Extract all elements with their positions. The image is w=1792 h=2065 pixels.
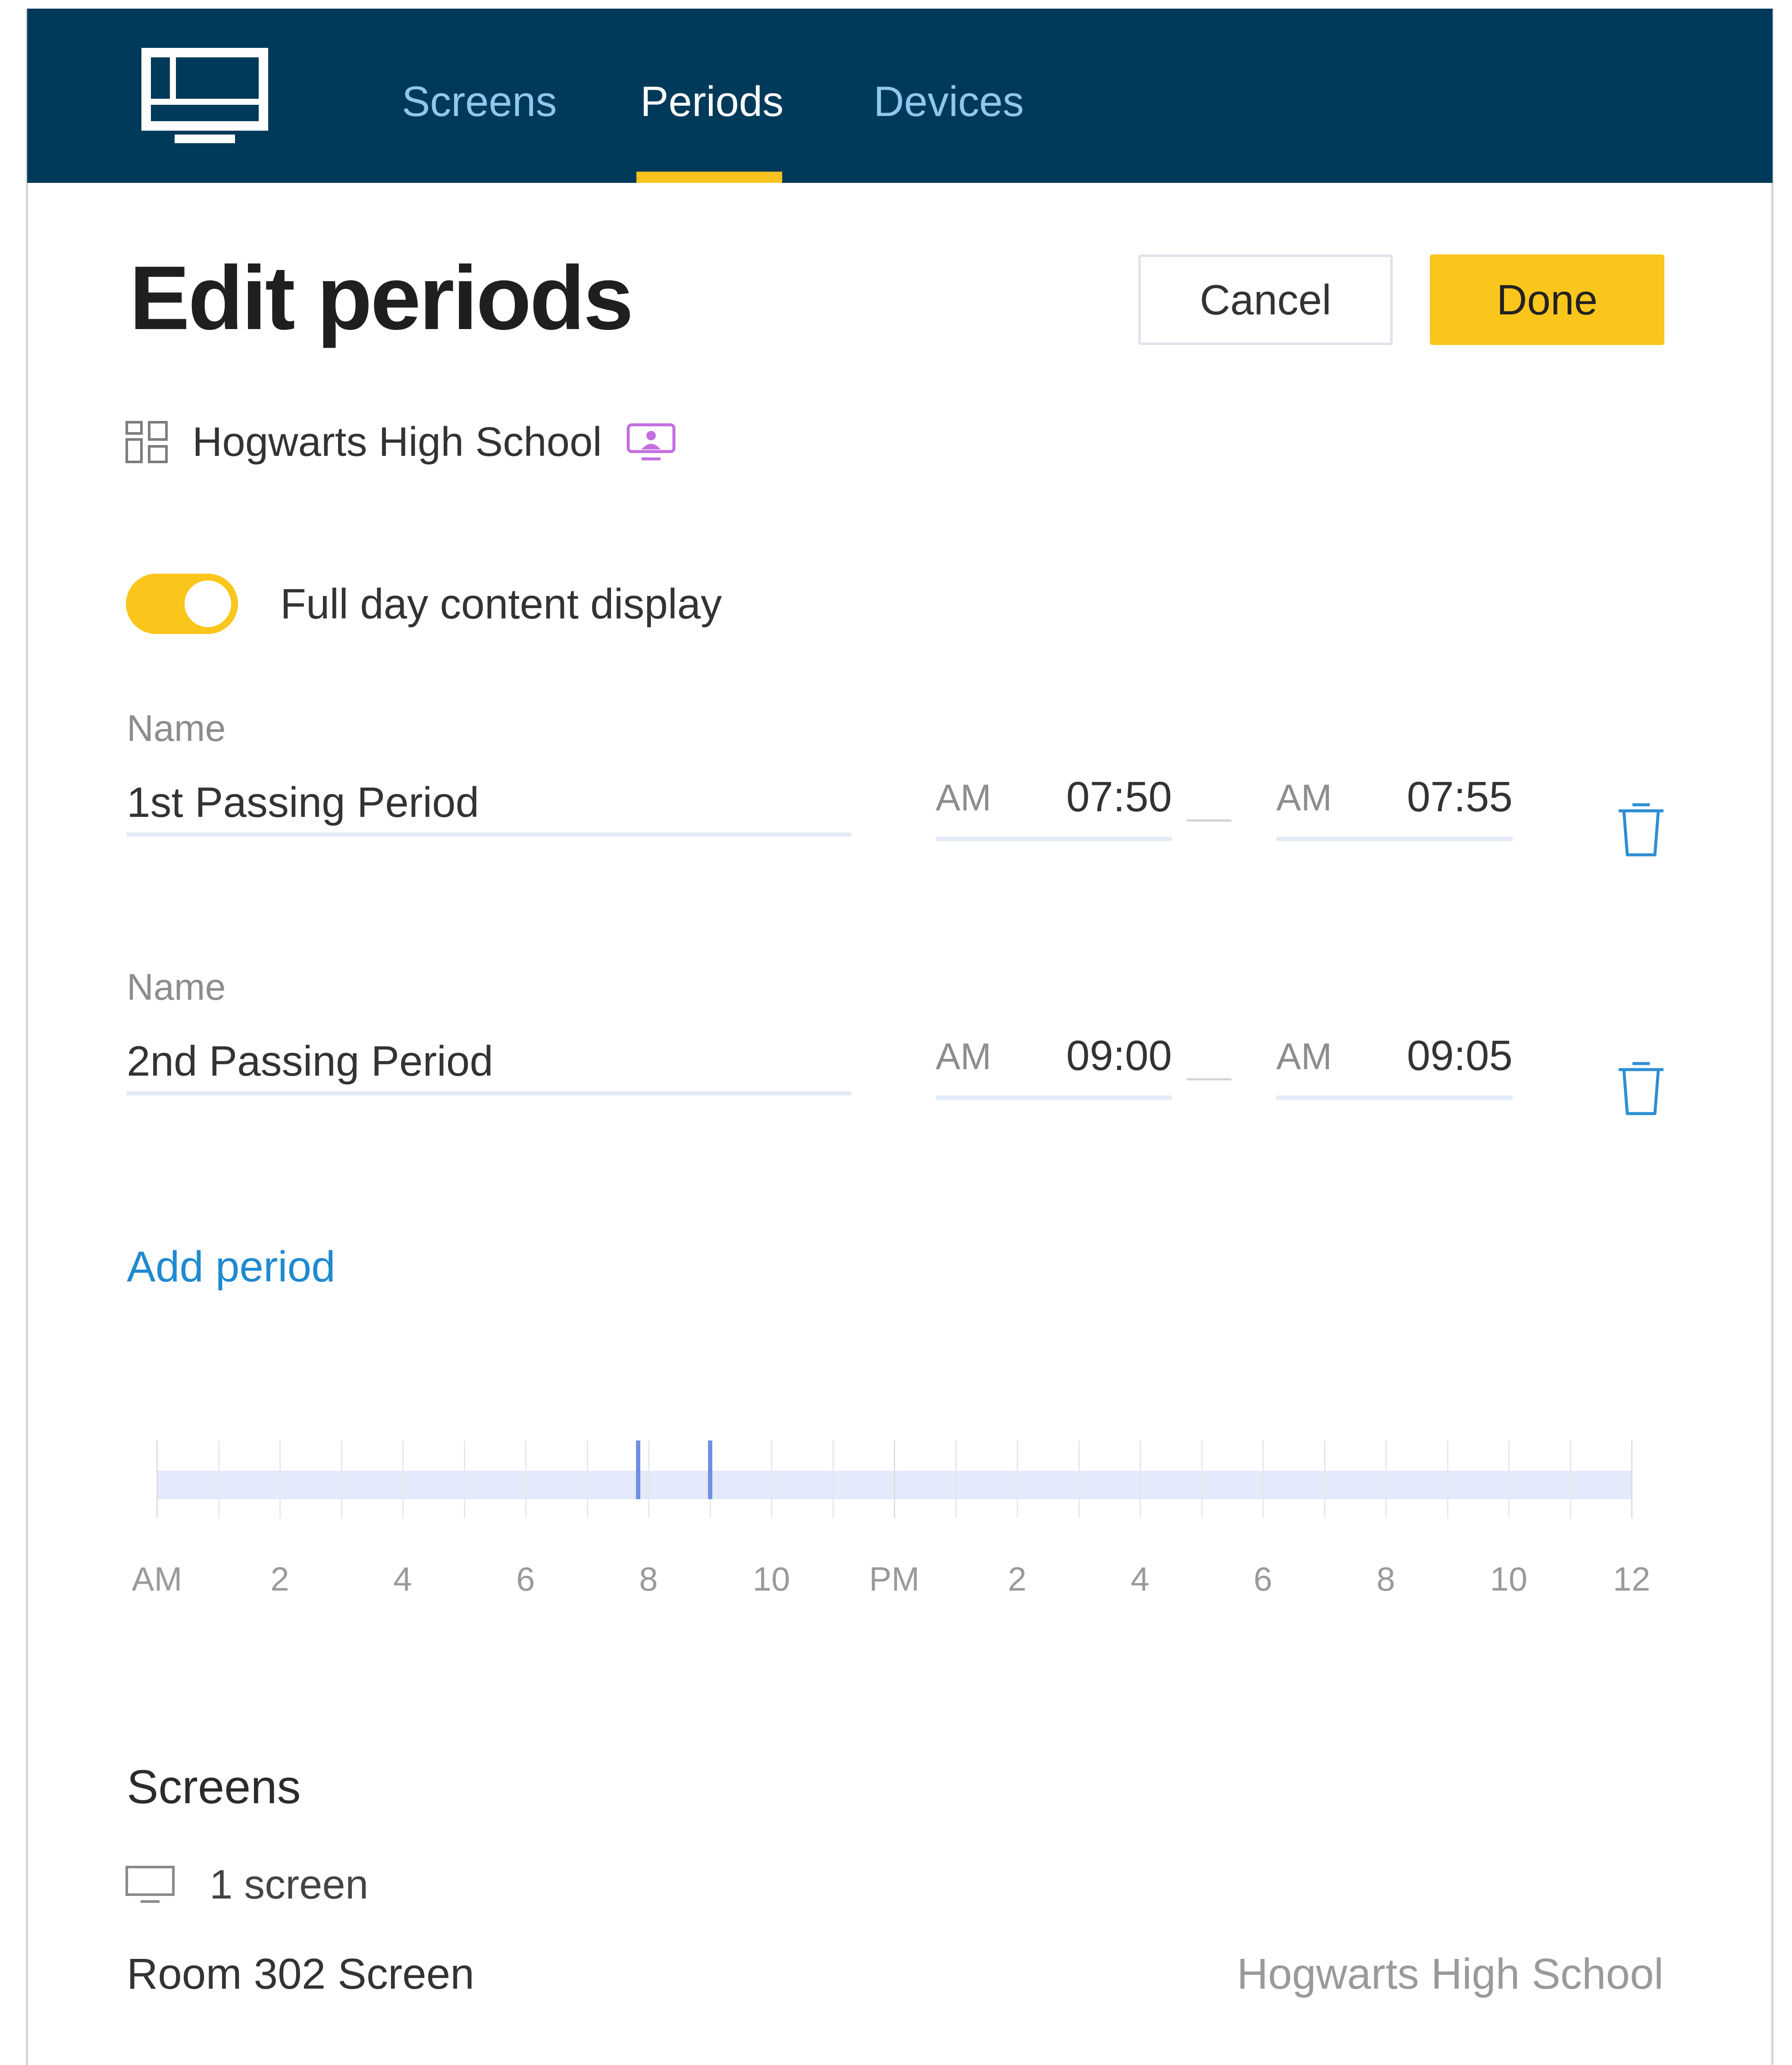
timeline-tick <box>1447 1440 1448 1518</box>
done-button[interactable]: Done <box>1430 254 1664 345</box>
timeline-tick <box>1201 1440 1203 1518</box>
time-range-dash <box>1187 819 1231 822</box>
screen-item-school: Hogwarts High School <box>1237 1950 1664 1998</box>
tab-screens[interactable]: Screens <box>402 73 557 129</box>
timeline-period-marker[interactable] <box>636 1440 640 1499</box>
top-nav: Screens Periods Devices <box>27 9 1773 183</box>
screens-section-title: Screens <box>127 1761 301 1814</box>
timeline-tick-label: 8 <box>1376 1560 1395 1598</box>
timeline-tick <box>157 1440 158 1518</box>
timeline-tick-label: 6 <box>516 1560 535 1598</box>
screen-presenter-icon <box>627 423 676 461</box>
time-range-dash <box>1187 1078 1231 1080</box>
timeline-tick <box>218 1440 219 1518</box>
add-period-link[interactable]: Add period <box>127 1242 335 1292</box>
start-time-field[interactable]: AM 07:50 <box>936 773 1172 841</box>
layout-grid-icon <box>125 421 168 463</box>
end-ampm[interactable]: AM <box>1276 1036 1332 1078</box>
timeline-tick-label: 6 <box>1253 1560 1272 1598</box>
screen-count-row: 1 screen <box>125 1859 368 1911</box>
timeline-tick <box>1570 1440 1571 1518</box>
trash-icon[interactable] <box>1615 802 1667 858</box>
timeline-tick <box>402 1440 404 1518</box>
end-time-field[interactable]: AM 07:55 <box>1276 773 1513 841</box>
screen-item-name[interactable]: Room 302 Screen <box>127 1949 474 1999</box>
timeline-tick <box>1631 1440 1632 1518</box>
timeline-tick <box>341 1440 342 1518</box>
timeline-tick-label: 12 <box>1613 1560 1651 1598</box>
day-timeline: AM 2 4 6 8 10 PM 2 4 6 8 10 12 <box>0 1423 1792 1639</box>
timeline-tick-label: 8 <box>639 1560 658 1598</box>
timeline-tick-label: AM <box>132 1560 182 1598</box>
period-name-input[interactable] <box>127 772 851 837</box>
tab-periods[interactable]: Periods <box>640 73 783 129</box>
period-name-input[interactable] <box>127 1031 851 1095</box>
display-logo-icon[interactable] <box>140 47 269 150</box>
timeline-tick <box>1017 1440 1018 1518</box>
start-ampm[interactable]: AM <box>936 777 991 819</box>
end-ampm[interactable]: AM <box>1276 777 1332 819</box>
start-time[interactable]: 07:50 <box>1066 772 1172 821</box>
timeline-tick <box>894 1440 895 1518</box>
start-time-field[interactable]: AM 09:00 <box>936 1032 1172 1100</box>
toggle-knob <box>185 581 231 627</box>
tab-devices[interactable]: Devices <box>874 73 1024 129</box>
start-ampm[interactable]: AM <box>936 1036 991 1078</box>
timeline-tick-label: 2 <box>1008 1560 1027 1598</box>
trash-icon[interactable] <box>1615 1061 1667 1117</box>
timeline-tick-label: 2 <box>270 1560 289 1598</box>
timeline-tick-label: 10 <box>752 1560 790 1598</box>
full-day-label: Full day content display <box>280 580 722 628</box>
start-time[interactable]: 09:00 <box>1066 1031 1172 1080</box>
timeline-tick <box>1324 1440 1325 1518</box>
timeline-period-marker[interactable] <box>708 1440 712 1499</box>
period-row: Name AM 09:00 AM 09:05 <box>0 966 1792 1156</box>
timeline-tick <box>648 1440 649 1518</box>
monitor-icon <box>125 1866 175 1903</box>
timeline-tick <box>955 1440 957 1518</box>
timeline-tick <box>1263 1440 1264 1518</box>
timeline-tick-label: 10 <box>1490 1560 1528 1598</box>
timeline-tick <box>1140 1440 1141 1518</box>
active-tab-indicator <box>636 172 782 183</box>
timeline-tick <box>832 1440 834 1518</box>
full-day-toggle[interactable] <box>126 574 238 634</box>
name-field-label: Name <box>127 708 226 749</box>
end-time[interactable]: 07:55 <box>1407 772 1513 821</box>
timeline-tick <box>525 1440 526 1518</box>
timeline-tick <box>1508 1440 1510 1518</box>
end-time-field[interactable]: AM 09:05 <box>1276 1032 1513 1100</box>
timeline-tick <box>464 1440 465 1518</box>
cancel-button[interactable]: Cancel <box>1138 254 1393 345</box>
timeline-tick <box>1078 1440 1080 1518</box>
timeline-tick-label: PM <box>869 1560 920 1598</box>
period-row: Name AM 07:50 AM 07:55 <box>0 707 1792 897</box>
name-field-label: Name <box>127 967 226 1008</box>
timeline-tick <box>771 1440 772 1518</box>
timeline-tick <box>586 1440 588 1518</box>
school-name: Hogwarts High School <box>192 419 602 465</box>
end-time[interactable]: 09:05 <box>1407 1031 1513 1080</box>
timeline-tick <box>1385 1440 1387 1518</box>
timeline-tick-label: 4 <box>393 1560 412 1598</box>
timeline-tick <box>279 1440 281 1518</box>
timeline-tick-label: 4 <box>1131 1560 1150 1598</box>
page-title: Edit periods <box>129 247 633 348</box>
school-row: Hogwarts High School <box>125 414 676 470</box>
screen-count: 1 screen <box>210 1861 369 1908</box>
